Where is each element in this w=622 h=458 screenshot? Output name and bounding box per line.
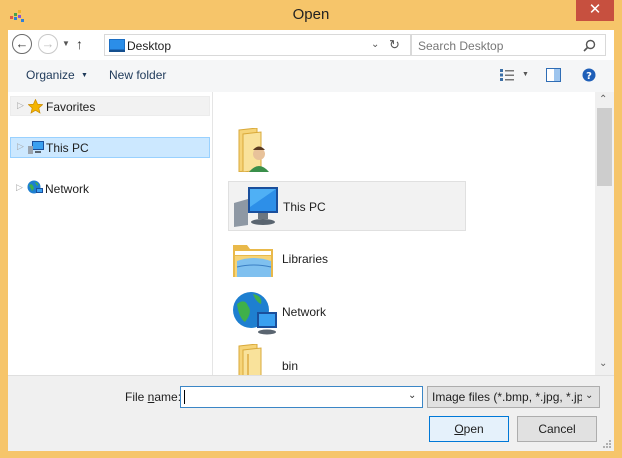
nav-item-network[interactable]: ▷ Network bbox=[10, 179, 210, 199]
file-item-libraries[interactable]: Libraries bbox=[228, 234, 466, 284]
navigation-pane: ▷ Favorites ▷ This PC ▷ Network bbox=[8, 92, 213, 375]
refresh-icon[interactable]: ↻ bbox=[389, 37, 400, 53]
title-bar: Open ✕ bbox=[0, 0, 622, 30]
libraries-icon bbox=[233, 245, 273, 277]
scroll-down-icon[interactable]: ⌄ bbox=[599, 358, 607, 369]
file-type-dropdown-chevron-icon[interactable]: ⌄ bbox=[585, 390, 593, 401]
help-icon[interactable]: ? bbox=[582, 68, 596, 82]
file-item-network[interactable]: Network bbox=[228, 287, 466, 337]
text-caret bbox=[184, 390, 185, 404]
nav-item-label: Favorites bbox=[46, 100, 96, 114]
file-name-label-pre: File bbox=[125, 390, 148, 404]
computer-icon bbox=[234, 187, 278, 227]
dialog-footer: File name: ⌄ Image files (*.bmp, *.jpg, … bbox=[8, 375, 614, 451]
file-type-value: Image files (*.bmp, *.jpg, *.jp bbox=[432, 390, 582, 404]
open-button[interactable]: Open bbox=[429, 416, 509, 442]
arrow-right-icon: → bbox=[41, 36, 55, 51]
cancel-button[interactable]: Cancel bbox=[517, 416, 597, 442]
star-icon bbox=[28, 99, 43, 114]
file-item-label: bin bbox=[282, 359, 299, 373]
nav-item-favorites[interactable]: ▷ Favorites bbox=[10, 96, 210, 116]
nav-item-label: Network bbox=[45, 182, 90, 196]
expand-caret-icon[interactable]: ▷ bbox=[16, 182, 23, 193]
view-options-icon[interactable] bbox=[500, 69, 514, 81]
file-name-input[interactable]: ⌄ bbox=[180, 386, 423, 408]
file-item-bin[interactable]: bin bbox=[228, 341, 466, 375]
organize-button[interactable]: Organize ▼ bbox=[26, 68, 88, 82]
file-item-label: Network bbox=[282, 305, 327, 319]
scroll-up-icon[interactable]: ⌃ bbox=[599, 94, 607, 105]
open-label-accel: O bbox=[454, 422, 464, 436]
address-dropdown-chevron-icon[interactable]: ⌄ bbox=[371, 39, 379, 50]
file-type-select[interactable]: Image files (*.bmp, *.jpg, *.jp ⌄ bbox=[427, 386, 600, 408]
open-dialog-window: Open ✕ ← → ▼ ↑ Desktop ⌄ ↻ Search Deskto… bbox=[0, 0, 622, 458]
view-chevron-icon[interactable]: ▼ bbox=[522, 71, 529, 78]
file-list: This PC Libraries Network bin bbox=[213, 92, 595, 375]
search-icon[interactable] bbox=[583, 39, 596, 52]
dialog-client: ← → ▼ ↑ Desktop ⌄ ↻ Search Desktop Organ… bbox=[8, 30, 614, 451]
new-folder-button[interactable]: New folder bbox=[109, 68, 166, 82]
vertical-scrollbar[interactable]: ⌃ ⌄ bbox=[595, 92, 614, 375]
resize-grip-icon[interactable] bbox=[603, 440, 612, 449]
close-button[interactable]: ✕ bbox=[576, 0, 614, 21]
window-title: Open bbox=[292, 6, 330, 23]
scroll-thumb[interactable] bbox=[597, 108, 612, 186]
address-location: Desktop bbox=[127, 39, 172, 53]
user-folder-icon bbox=[238, 128, 269, 172]
arrow-left-icon: ← bbox=[15, 36, 29, 51]
organize-chevron-icon: ▼ bbox=[81, 72, 88, 79]
expand-caret-icon[interactable]: ▷ bbox=[17, 100, 24, 111]
file-name-label-post: ame: bbox=[154, 390, 182, 404]
search-input[interactable]: Search Desktop bbox=[418, 39, 503, 53]
file-item-user-folder[interactable] bbox=[228, 125, 466, 175]
open-label-rest: pen bbox=[463, 422, 484, 436]
organize-label: Organize bbox=[26, 68, 75, 82]
nav-item-label: This PC bbox=[46, 141, 89, 155]
network-icon bbox=[233, 292, 277, 335]
network-icon bbox=[27, 180, 43, 194]
file-item-this-pc[interactable]: This PC bbox=[228, 181, 466, 231]
preview-pane-icon[interactable] bbox=[546, 68, 561, 82]
file-item-label: This PC bbox=[283, 200, 326, 214]
expand-caret-icon[interactable]: ▷ bbox=[17, 141, 24, 152]
up-arrow-icon[interactable]: ↑ bbox=[76, 36, 83, 52]
computer-icon bbox=[28, 141, 44, 154]
folder-icon bbox=[238, 344, 262, 375]
back-button[interactable]: ← bbox=[12, 34, 32, 54]
file-name-label: File name: bbox=[125, 390, 181, 404]
address-bar[interactable]: Desktop ⌄ ↻ bbox=[104, 34, 412, 56]
file-item-label: Libraries bbox=[282, 252, 329, 266]
address-row: ← → ▼ ↑ Desktop ⌄ ↻ Search Desktop bbox=[8, 30, 614, 60]
file-name-dropdown-chevron-icon[interactable]: ⌄ bbox=[408, 390, 416, 401]
forward-button[interactable]: → bbox=[38, 34, 58, 54]
command-bar: Organize ▼ New folder ▼ ? bbox=[8, 60, 614, 93]
desktop-icon bbox=[109, 39, 125, 52]
search-box[interactable]: Search Desktop bbox=[410, 34, 606, 56]
svg-text:?: ? bbox=[586, 71, 592, 82]
nav-item-this-pc[interactable]: ▷ This PC bbox=[10, 137, 210, 158]
recent-locations-chevron-icon[interactable]: ▼ bbox=[62, 39, 70, 48]
